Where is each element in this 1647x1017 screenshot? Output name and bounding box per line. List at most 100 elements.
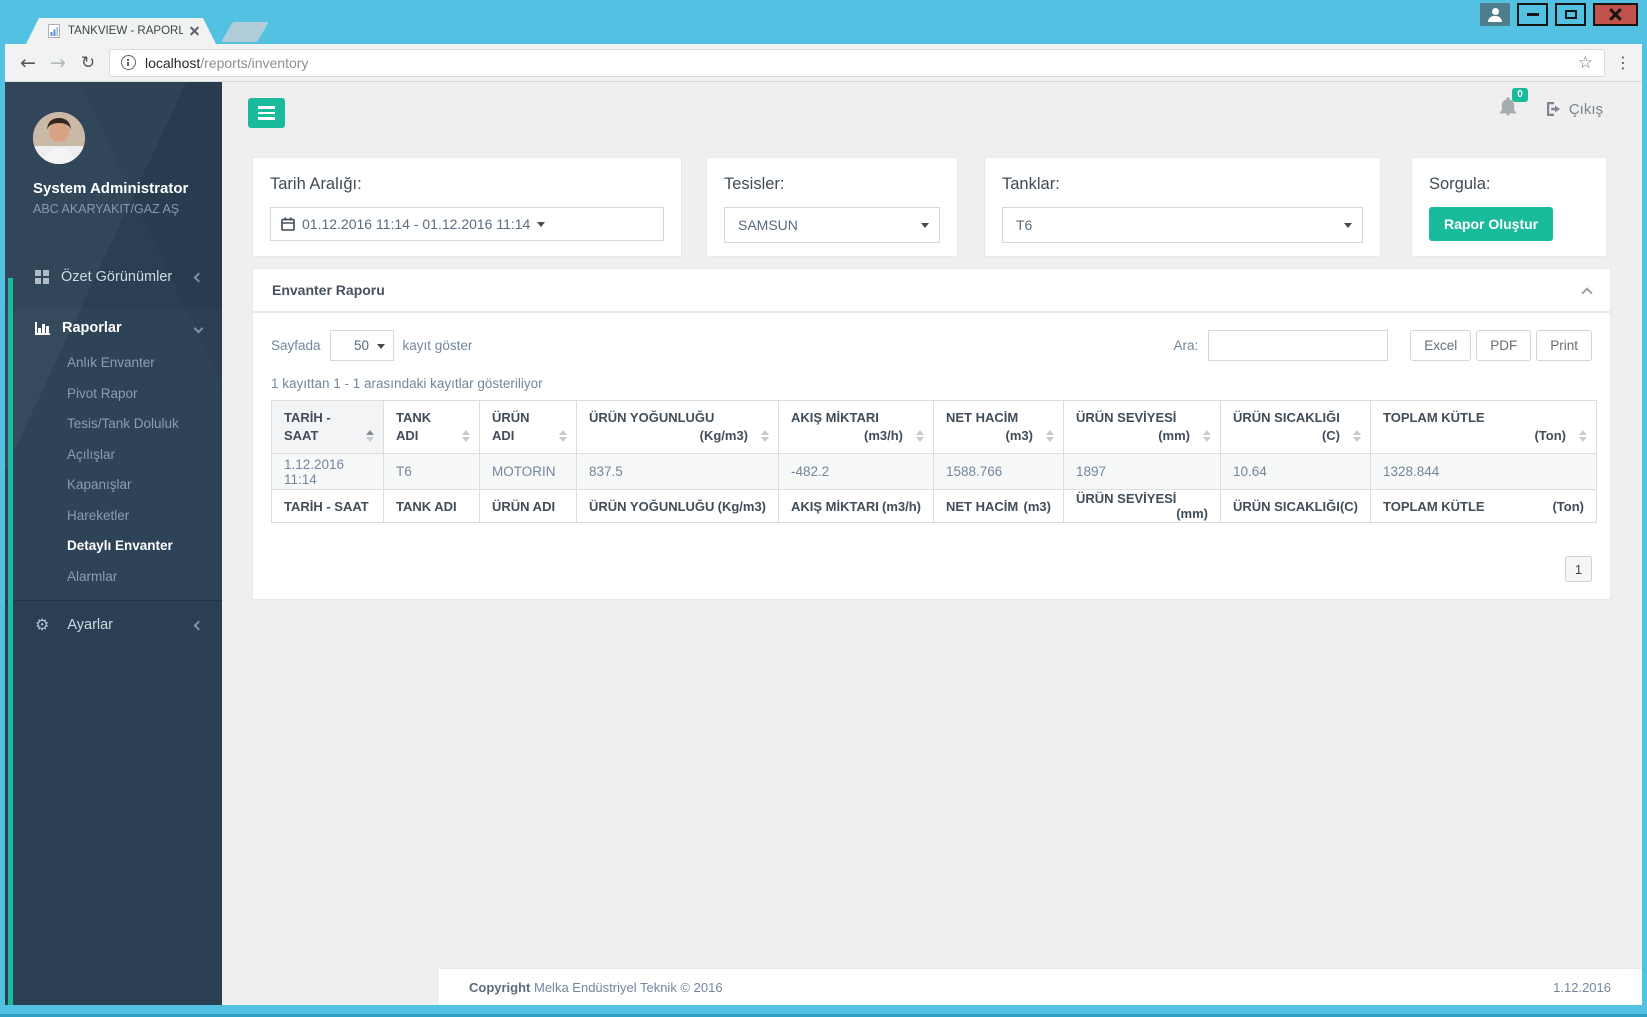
export-excel-button[interactable]: Excel (1410, 330, 1472, 361)
forward-icon[interactable]: → (43, 52, 73, 74)
column-header[interactable]: ÜRÜN YOĞUNLUĞU (Kg/m3) (576, 399, 779, 455)
sidebar-item-label: Ayarlar (67, 617, 114, 633)
export-print-button[interactable]: Print (1536, 330, 1592, 361)
column-label: ÜRÜN YOĞUNLUĞU (589, 410, 715, 425)
user-name: System Administrator (33, 180, 189, 197)
facility-select[interactable]: SAMSUN (724, 207, 940, 243)
tab-close-icon[interactable] (190, 27, 199, 36)
sidebar-item-reports[interactable]: Raporlar (5, 308, 222, 348)
column-unit: (C) (1321, 428, 1340, 444)
column-header[interactable]: TOPLAM KÜTLE (Ton) (1370, 399, 1597, 455)
tank-card: Tanklar: T6 (984, 157, 1381, 257)
address-bar[interactable]: localhost/reports/inventory ☆ (109, 48, 1605, 77)
logout-button[interactable]: Çıkış (1545, 101, 1603, 118)
table-header-row: TARİH - SAAT TANK ADI ÜRÜN ADI ÜRÜN YOĞUNLU… (271, 399, 1597, 455)
facility-card: Tesisler: SAMSUN (706, 157, 958, 257)
page-footer: Copyright Melka Endüstriyel Teknik © 201… (439, 968, 1642, 1005)
bookmark-star-icon[interactable]: ☆ (1578, 53, 1593, 73)
user-organization: ABC AKARYAKIT/GAZ AŞ (33, 202, 180, 216)
footer-column-unit: (mm) (1176, 506, 1208, 522)
collapse-chevron-up-icon[interactable] (1581, 287, 1593, 299)
maximize-button[interactable] (1555, 3, 1586, 26)
column-label: ÜRÜN SICAKLIĞI (1233, 410, 1340, 425)
chevron-left-icon (193, 620, 204, 630)
sidebar-subitem[interactable]: Pivot Rapor (5, 379, 222, 410)
facility-label: Tesisler: (724, 175, 785, 193)
column-header[interactable]: ÜRÜN SEVİYESİ (mm) (1063, 399, 1221, 455)
search-input[interactable] (1208, 330, 1389, 361)
page-button[interactable]: 1 (1565, 556, 1592, 583)
export-buttons: Excel PDF Print (1410, 330, 1592, 361)
sidebar-submenu: Anlık Envanter Pivot Rapor Tesis/Tank Dolu… (5, 348, 222, 592)
column-header[interactable]: TARİH - SAAT (271, 399, 384, 455)
profile-button[interactable] (1480, 3, 1510, 26)
query-label: Sorgula: (1429, 175, 1491, 193)
footer-column-label: ÜRÜN SEVİYESİ (1076, 491, 1177, 507)
footer-column-label: ÜRÜN ADI (492, 498, 556, 514)
column-header[interactable]: ÜRÜN ADI (479, 399, 577, 455)
sort-up-icon (1046, 430, 1054, 436)
sidebar-subitem[interactable]: Tesis/Tank Doluluk (5, 409, 222, 440)
close-window-button[interactable] (1593, 3, 1638, 26)
sidebar-accent-strip (8, 278, 13, 1005)
sidebar-subitem[interactable]: Açılışlar (5, 440, 222, 471)
reload-icon[interactable]: ↻ (73, 53, 103, 73)
table-footer-row: TARİH - SAAT TANK ADI ÜRÜN ADI ÜRÜN YOĞUNLU… (271, 489, 1597, 524)
sidebar-item-overview[interactable]: Özet Görünümler (5, 254, 222, 300)
sort-icon (559, 430, 567, 443)
pagination: 1 (271, 556, 1592, 583)
column-label: AKIŞ MİKTARI (791, 410, 879, 425)
sidebar-subitem[interactable]: Anlık Envanter (5, 348, 222, 379)
tank-select[interactable]: T6 (1002, 207, 1363, 243)
sidebar-subitem[interactable]: Kapanışlar (5, 470, 222, 501)
sort-up-icon (462, 430, 470, 436)
minimize-button[interactable] (1517, 3, 1548, 26)
footer-column-header: TARİH - SAAT (271, 489, 384, 524)
sidebar-subitem[interactable]: Detaylı Envanter (5, 531, 222, 562)
sort-icon (1046, 430, 1054, 443)
table-cell: 837.5 (576, 453, 779, 491)
panel-title: Envanter Raporu (272, 282, 385, 298)
url-text: localhost/reports/inventory (145, 55, 308, 71)
new-tab-button[interactable] (221, 22, 269, 42)
table-cell: 1897 (1063, 453, 1221, 491)
url-host: localhost (145, 54, 201, 71)
sort-icon (1203, 430, 1211, 443)
panel-body: Sayfada 50 kayıt göster Ara: Excel PDF Pri… (253, 313, 1610, 583)
date-range-label: Tarih Aralığı: (270, 175, 362, 193)
browser-menu-icon[interactable]: ⋮ (1612, 53, 1634, 72)
sort-down-icon (916, 437, 924, 443)
browser-tab[interactable]: TANKVIEW - RAPORLAR (26, 18, 216, 44)
sidebar-item-settings[interactable]: ⚙ Ayarlar (5, 602, 222, 648)
footer-column-header: ÜRÜN SEVİYESİ (mm) (1063, 489, 1221, 524)
grid-icon (35, 270, 41, 276)
sidebar-toggle-button[interactable] (248, 98, 285, 128)
tab-title: TANKVIEW - RAPORLAR (68, 25, 183, 37)
date-range-input[interactable]: 01.12.2016 11:14 - 01.12.2016 11:14 (270, 207, 664, 241)
caret-down-icon (537, 221, 546, 227)
footer-date: 1.12.2016 (1553, 979, 1611, 995)
sort-down-icon (761, 437, 769, 443)
site-info-icon[interactable] (121, 55, 136, 70)
export-pdf-button[interactable]: PDF (1476, 330, 1532, 361)
column-header[interactable]: NET HACİM (m3) (933, 399, 1064, 455)
column-header[interactable]: ÜRÜN SICAKLIĞI (C) (1220, 399, 1371, 455)
column-unit: (m3) (1005, 428, 1033, 444)
page-size-suffix: kayıt göster (402, 338, 473, 353)
sort-up-icon (1353, 430, 1361, 436)
facility-value: SAMSUN (738, 217, 798, 233)
copyright-label: Copyright (469, 979, 531, 995)
column-header[interactable]: AKIŞ MİKTARI (m3/h) (778, 399, 934, 455)
column-header[interactable]: TANK ADI (383, 399, 480, 455)
sidebar-subitem[interactable]: Alarmlar (5, 562, 222, 593)
notifications-button[interactable]: 0 (1499, 88, 1528, 121)
footer-column-header: ÜRÜN ADI (479, 489, 577, 524)
window-controls (1480, 3, 1638, 26)
sort-icon (366, 430, 374, 443)
sort-up-icon (1579, 430, 1587, 436)
page-size-select[interactable]: 50 (329, 330, 394, 361)
back-icon[interactable]: ← (13, 52, 43, 74)
footer-column-label: TANK ADI (396, 498, 457, 514)
sidebar-subitem[interactable]: Hareketler (5, 501, 222, 532)
create-report-button[interactable]: Rapor Oluştur (1429, 207, 1554, 241)
